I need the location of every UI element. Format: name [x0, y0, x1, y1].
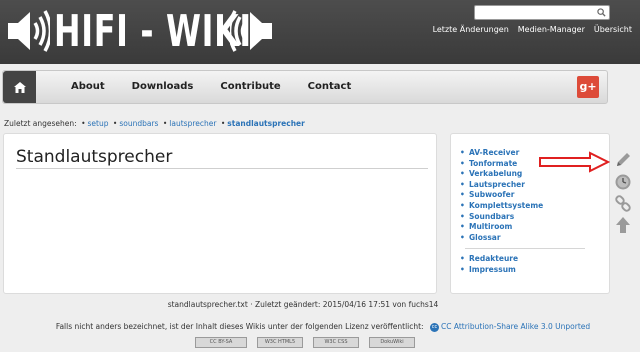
sidebar-item-komplettsysteme[interactable]: Komplettsysteme: [469, 201, 543, 210]
link-sitemap[interactable]: Übersicht: [594, 25, 632, 34]
sidebar-item[interactable]: Multiroom: [469, 222, 543, 233]
sidebar-item-verkabelung[interactable]: Verkabelung: [469, 169, 522, 178]
breadcrumb-setup[interactable]: setup: [88, 119, 109, 128]
sidebar-list: AV-Receiver Tonformate Verkabelung Lauts…: [469, 148, 543, 243]
speaker-left-icon: [8, 10, 50, 52]
badge-dokuwiki[interactable]: DokuWiki: [369, 337, 415, 348]
sidebar-item-multiroom[interactable]: Multiroom: [469, 222, 512, 231]
breadcrumb: Zuletzt angesehen: • setup • soundbars • la…: [4, 119, 305, 128]
sidebar-item[interactable]: Komplettsysteme: [469, 201, 543, 212]
page-content: Standlautsprecher: [3, 133, 437, 294]
nav-contact[interactable]: Contact: [308, 71, 352, 103]
link-media-manager[interactable]: Medien-Manager: [518, 25, 585, 34]
clock-icon[interactable]: [614, 173, 632, 191]
license-text: Falls nicht anders bezeichnet, ist der I…: [55, 322, 424, 331]
sidebar-divider: [465, 248, 585, 249]
link-icon[interactable]: [614, 195, 632, 213]
sidebar-item-redakteure[interactable]: Redakteure: [469, 254, 518, 263]
sidebar-item[interactable]: Verkabelung: [469, 169, 543, 180]
link-recent-changes[interactable]: Letzte Änderungen: [433, 25, 509, 34]
search-icon[interactable]: [595, 6, 607, 19]
sidebar-item[interactable]: Tonformate: [469, 159, 543, 170]
nav-downloads[interactable]: Downloads: [132, 71, 194, 103]
sidebar-item[interactable]: Glossar: [469, 233, 543, 244]
breadcrumb-current[interactable]: standlautsprecher: [227, 119, 305, 128]
sidebar-item[interactable]: Subwoofer: [469, 190, 543, 201]
page-title: Standlautsprecher: [16, 147, 173, 167]
badge-w3c-css[interactable]: W3C CSS: [313, 337, 359, 348]
sidebar-item[interactable]: AV-Receiver: [469, 148, 543, 159]
breadcrumb-label: Zuletzt angesehen:: [4, 119, 77, 128]
arrow-up-icon[interactable]: [614, 216, 632, 234]
badge-cc-by-sa[interactable]: CC BY-SA: [195, 337, 247, 348]
home-icon: [13, 81, 26, 93]
sidebar-item[interactable]: Lautsprecher: [469, 180, 543, 191]
logo-text: HIFI - WIKI: [54, 5, 252, 57]
doc-info: standlautsprecher.txt · Zuletzt geändert…: [167, 300, 439, 309]
sidebar-item[interactable]: Impressum: [469, 265, 518, 276]
breadcrumb-lautsprecher[interactable]: lautsprecher: [169, 119, 216, 128]
breadcrumb-soundbars[interactable]: soundbars: [119, 119, 158, 128]
sidebar-list-secondary: Redakteure Impressum: [469, 254, 518, 275]
site-logo[interactable]: HIFI - WIKI: [6, 2, 274, 60]
nav-about[interactable]: About: [71, 71, 105, 103]
sidebar-item-soundbars[interactable]: Soundbars: [469, 212, 514, 221]
google-plus-icon[interactable]: g+: [577, 76, 599, 98]
sidebar-item-subwoofer[interactable]: Subwoofer: [469, 190, 514, 199]
red-arrow-annotation: [539, 151, 610, 173]
sidebar-item-lautsprecher[interactable]: Lautsprecher: [469, 180, 525, 189]
sidebar-item-glossar[interactable]: Glossar: [469, 233, 501, 242]
pencil-icon[interactable]: [614, 151, 632, 169]
license-line: Falls nicht anders bezeichnet, ist der I…: [0, 322, 640, 332]
sidebar-item-tonformate[interactable]: Tonformate: [469, 159, 517, 168]
license-link[interactable]: CC Attribution-Share Alike 3.0 Unported: [441, 322, 590, 331]
main-nav: About Downloads Contribute Contact g+: [2, 70, 608, 104]
sidebar-item[interactable]: Redakteure: [469, 254, 518, 265]
badge-w3c-html5[interactable]: W3C HTML5: [257, 337, 303, 348]
top-links: Letzte Änderungen Medien-Manager Übersic…: [433, 25, 632, 34]
home-button[interactable]: [3, 71, 36, 103]
search-input[interactable]: [474, 5, 610, 20]
nav-contribute[interactable]: Contribute: [220, 71, 280, 103]
sidebar-item[interactable]: Soundbars: [469, 212, 543, 223]
title-divider: [16, 168, 428, 169]
cc-icon: cc: [429, 322, 439, 332]
sidebar-item-impressum[interactable]: Impressum: [469, 265, 516, 274]
site-header: HIFI - WIKI Letzte Änderungen Medien-Man…: [0, 0, 640, 64]
sidebar-item-av-receiver[interactable]: AV-Receiver: [469, 148, 519, 157]
footer-badges: CC BY-SA W3C HTML5 W3C CSS DokuWiki: [195, 337, 415, 348]
